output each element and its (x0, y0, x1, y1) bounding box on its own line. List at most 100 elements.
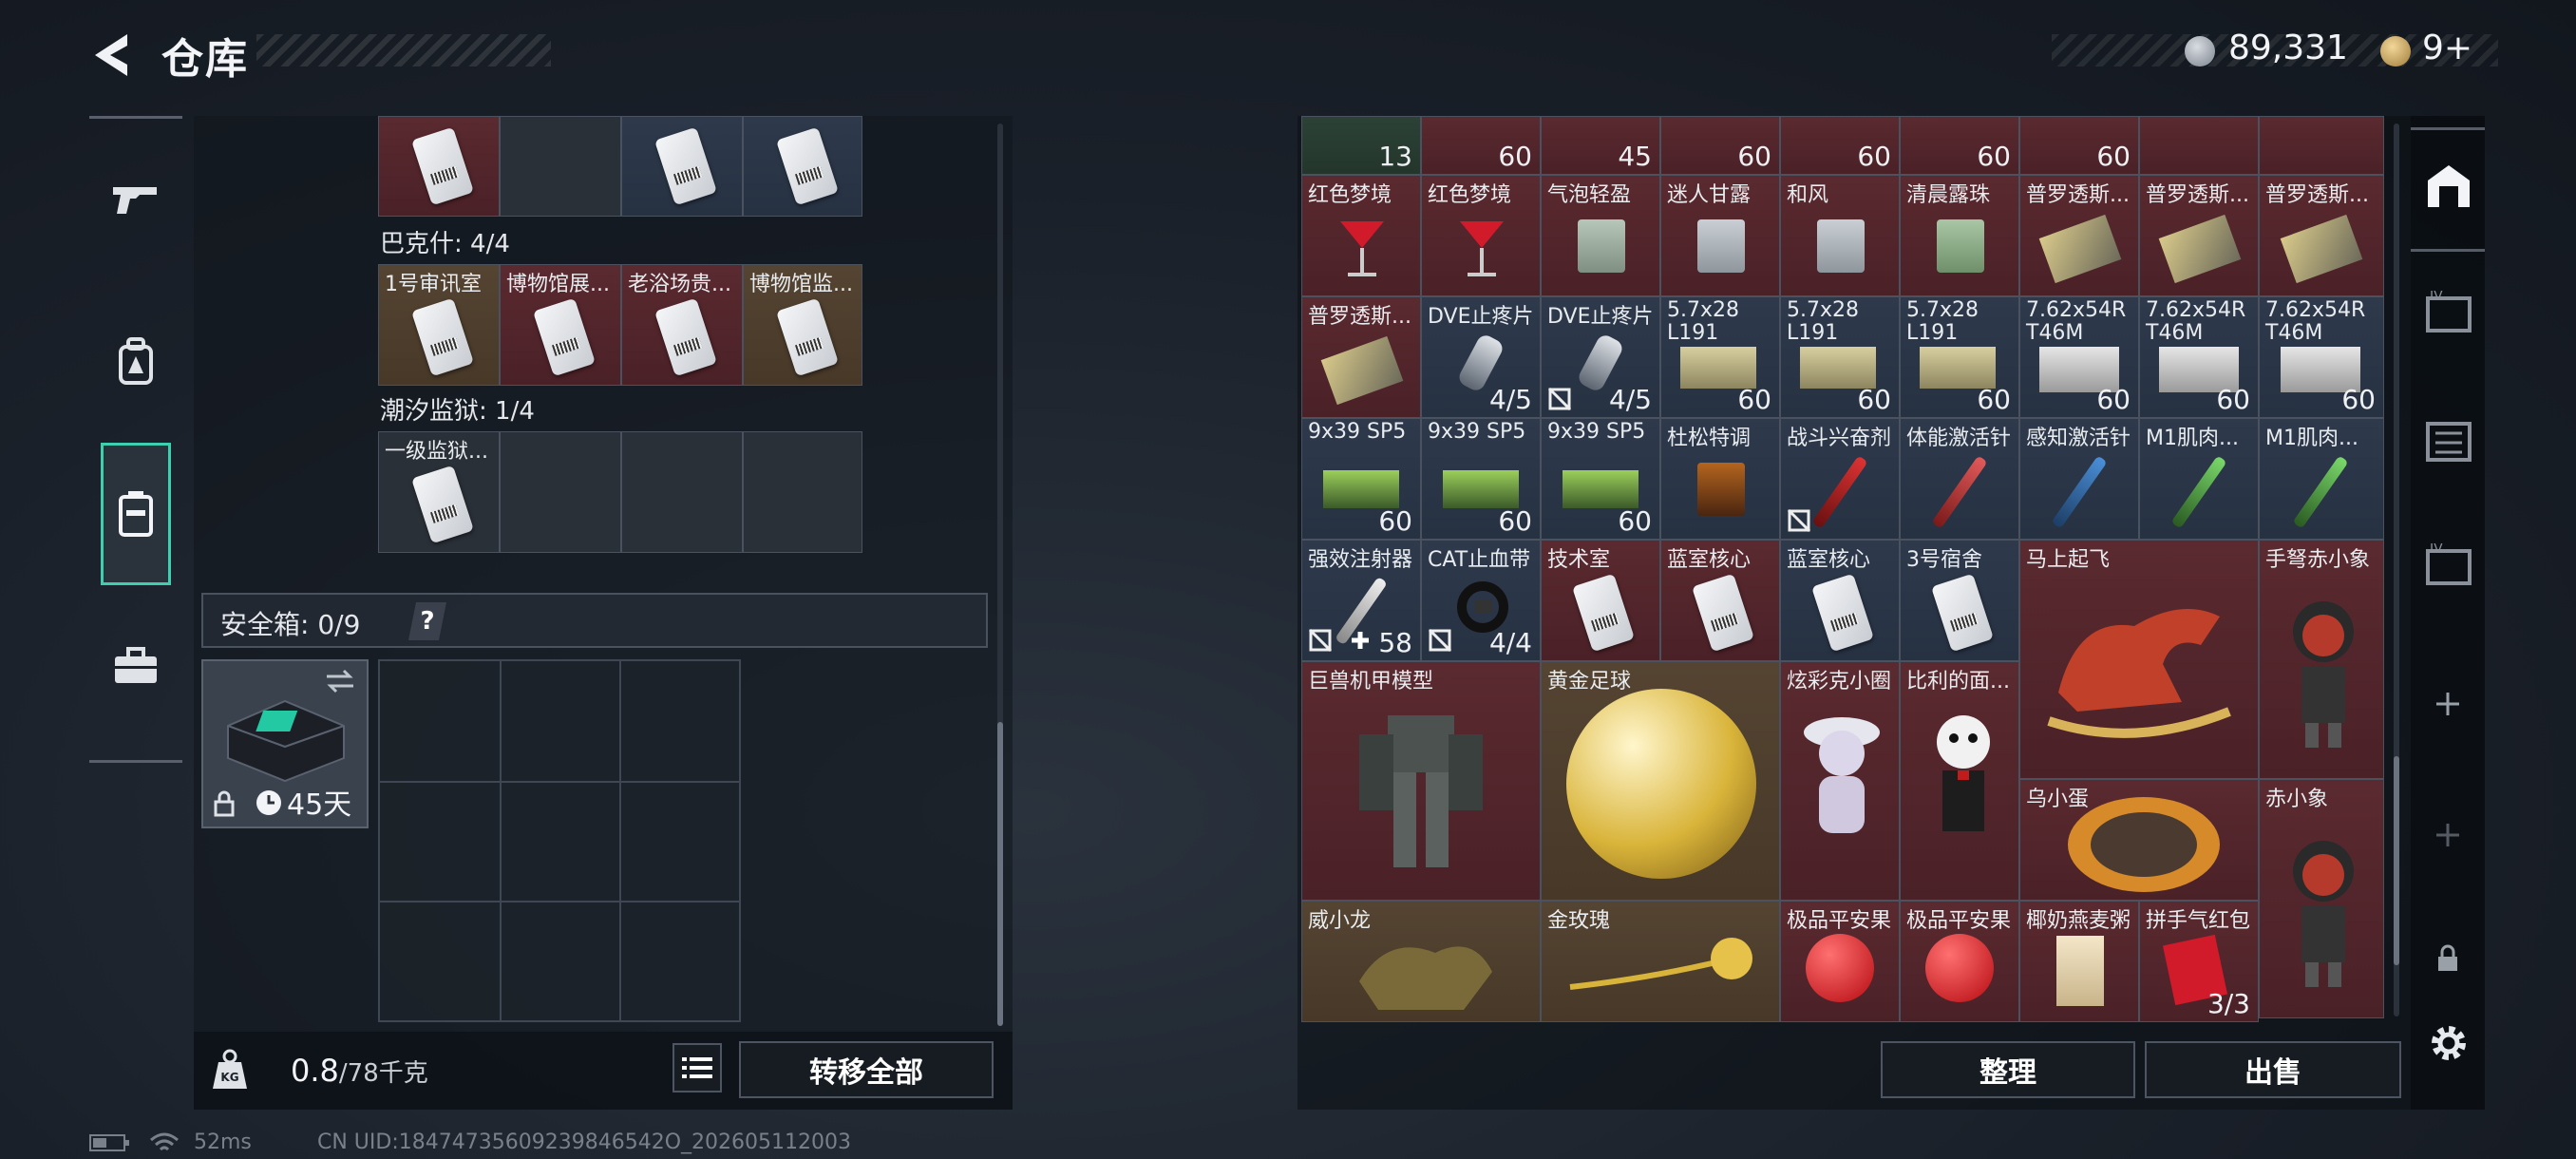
injector-item[interactable]: 感知激活针 (2019, 418, 2139, 540)
tourniquet-item[interactable]: CAT止血带 4/4 (1421, 540, 1541, 661)
item-name: 红色梦境 (1428, 183, 1512, 207)
collectible-item[interactable]: 极品平安果 (1780, 901, 1900, 1022)
injector-item[interactable]: 强效注射器 58 (1301, 540, 1421, 661)
nav-backpack[interactable] (99, 325, 173, 399)
item-cell[interactable]: 45 (1541, 116, 1660, 175)
drink-item[interactable]: 迷人甘露 (1660, 175, 1780, 296)
drink-item[interactable]: 清晨露珠 (1900, 175, 2019, 296)
injector-item[interactable]: M1肌肉... (2139, 418, 2259, 540)
keycard-item[interactable]: 1号审讯室 (378, 264, 500, 386)
nav-safe-case[interactable] (101, 443, 171, 585)
warehouse-icon[interactable] (2424, 162, 2473, 211)
swap-icon[interactable] (323, 667, 357, 695)
storage-tab-4-icon[interactable]: IV (2424, 291, 2473, 334)
item-cell[interactable]: 60 (1900, 116, 2019, 175)
keycard-item[interactable]: 博物馆展... (500, 264, 621, 386)
glass-icon (1817, 219, 1865, 273)
empty-slot[interactable] (621, 431, 743, 553)
item-cell[interactable] (743, 116, 862, 217)
tech-item[interactable]: 普罗透斯... (2019, 175, 2139, 296)
ammo-item[interactable]: 9x39 SP5 60 (1421, 418, 1541, 540)
injector-item[interactable]: M1肌肉... (2259, 418, 2384, 540)
item-cell[interactable]: 60 (1780, 116, 1900, 175)
back-arrow-icon[interactable] (85, 28, 139, 82)
keycard-item[interactable]: 老浴场贵... (621, 264, 743, 386)
item-cell[interactable] (378, 116, 500, 217)
item-cell[interactable]: 60 (1421, 116, 1541, 175)
collectible-item[interactable]: 比利的面... (1900, 661, 2019, 901)
item-name: 普罗透斯... (2026, 183, 2130, 207)
item-cell[interactable] (2259, 116, 2384, 175)
tech-item[interactable]: 普罗透斯... (2139, 175, 2259, 296)
ammo-item[interactable]: 9x39 SP5 60 (1541, 418, 1660, 540)
settings-gear-icon[interactable] (2426, 1020, 2472, 1066)
list-view-button[interactable] (672, 1043, 722, 1092)
keycard-item[interactable]: 3号宿舍 (1900, 540, 2019, 661)
collectible-item[interactable]: 乌小蛋 (2019, 779, 2259, 901)
drink-item[interactable]: 和风 (1780, 175, 1900, 296)
safe-box-item[interactable]: 45天 (201, 659, 369, 828)
keycard-icon (411, 465, 474, 544)
keycard-item[interactable]: 博物馆监... (743, 264, 862, 386)
ammo-item[interactable]: 5.7x28 L191 60 (1900, 296, 2019, 418)
injector-item[interactable]: 体能激活针 (1900, 418, 2019, 540)
case-icon (119, 491, 153, 537)
item-cell[interactable]: 60 (2019, 116, 2139, 175)
keycard-item[interactable]: 蓝室核心 (1660, 540, 1780, 661)
sell-button[interactable]: 出售 (2145, 1041, 2401, 1098)
item-count: 60 (2216, 384, 2250, 415)
safe-box-grid[interactable] (378, 659, 741, 1022)
nav-toolbox[interactable] (99, 629, 173, 703)
item-name: 强效注射器 (1308, 548, 1413, 572)
collectible-item[interactable]: 黄金足球 (1541, 661, 1780, 901)
nav-weapons[interactable] (99, 163, 173, 238)
storage-tab-icon[interactable] (2424, 420, 2473, 464)
tech-item[interactable]: 普罗透斯... (2259, 175, 2384, 296)
injector-item[interactable]: 战斗兴奋剂 (1780, 418, 1900, 540)
add-storage-icon[interactable] (2434, 690, 2462, 718)
tech-item[interactable]: 普罗透斯... (1301, 296, 1421, 418)
item-cell[interactable]: 60 (1660, 116, 1780, 175)
sort-button[interactable]: 整理 (1881, 1041, 2135, 1098)
keycard-item[interactable]: 蓝室核心 (1780, 540, 1900, 661)
collectible-item[interactable]: 炫彩克小圈 (1780, 661, 1900, 901)
drink-item[interactable]: 杜松特调 (1660, 418, 1780, 540)
collectible-item[interactable]: 巨兽机甲模型 (1301, 661, 1541, 901)
ammo-item[interactable]: 5.7x28 L191 60 (1780, 296, 1900, 418)
collectible-item[interactable]: 威小龙 (1301, 901, 1541, 1022)
ammo-item[interactable]: 7.62x54R T46M 60 (2019, 296, 2139, 418)
drink-item[interactable]: 红色梦境 (1301, 175, 1421, 296)
medicine-item[interactable]: DVE止疼片 4/5 (1421, 296, 1541, 418)
item-name: 博物馆展... (506, 273, 610, 296)
food-item[interactable]: 椰奶燕麦粥 (2019, 901, 2139, 1022)
empty-slot[interactable] (500, 431, 621, 553)
right-scrollbar-thumb[interactable] (2394, 756, 2399, 965)
collectible-item[interactable]: 极品平安果 (1900, 901, 2019, 1022)
rocking-horse-icon (2047, 609, 2231, 738)
collectible-item[interactable]: 手弩赤小象 (2259, 540, 2384, 779)
item-name: 清晨露珠 (1906, 183, 1991, 207)
collectible-item[interactable]: 赤小象 (2259, 779, 2384, 1018)
red-envelope-item[interactable]: 拼手气红包 3/3 (2139, 901, 2259, 1022)
collectible-item[interactable]: 马上起飞 (2019, 540, 2259, 779)
ammo-item[interactable]: 7.62x54R T46M 60 (2259, 296, 2384, 418)
empty-slot[interactable] (743, 431, 862, 553)
keycard-item[interactable]: 技术室 (1541, 540, 1660, 661)
transfer-all-button[interactable]: 转移全部 (739, 1041, 994, 1098)
item-cell[interactable] (621, 116, 743, 217)
ammo-item[interactable]: 7.62x54R T46M 60 (2139, 296, 2259, 418)
drink-item[interactable]: 气泡轻盈 (1541, 175, 1660, 296)
drink-item[interactable]: 红色梦境 (1421, 175, 1541, 296)
keycard-item[interactable]: 一级监狱... (378, 431, 500, 553)
item-name: DVE止疼片 (1428, 305, 1534, 329)
item-name: 博物馆监... (749, 273, 853, 296)
item-cell[interactable]: 13 (1301, 116, 1421, 175)
collectible-item[interactable]: 金玫瑰 (1541, 901, 1780, 1022)
ammo-item[interactable]: 9x39 SP5 60 (1301, 418, 1421, 540)
medicine-item[interactable]: DVE止疼片 4/5 (1541, 296, 1660, 418)
storage-tab-4b-icon[interactable]: IV (2424, 543, 2473, 587)
item-cell[interactable] (2139, 116, 2259, 175)
ammo-item[interactable]: 5.7x28 L191 60 (1660, 296, 1780, 418)
left-scrollbar-thumb[interactable] (997, 722, 1003, 1026)
empty-slot[interactable] (500, 116, 621, 217)
